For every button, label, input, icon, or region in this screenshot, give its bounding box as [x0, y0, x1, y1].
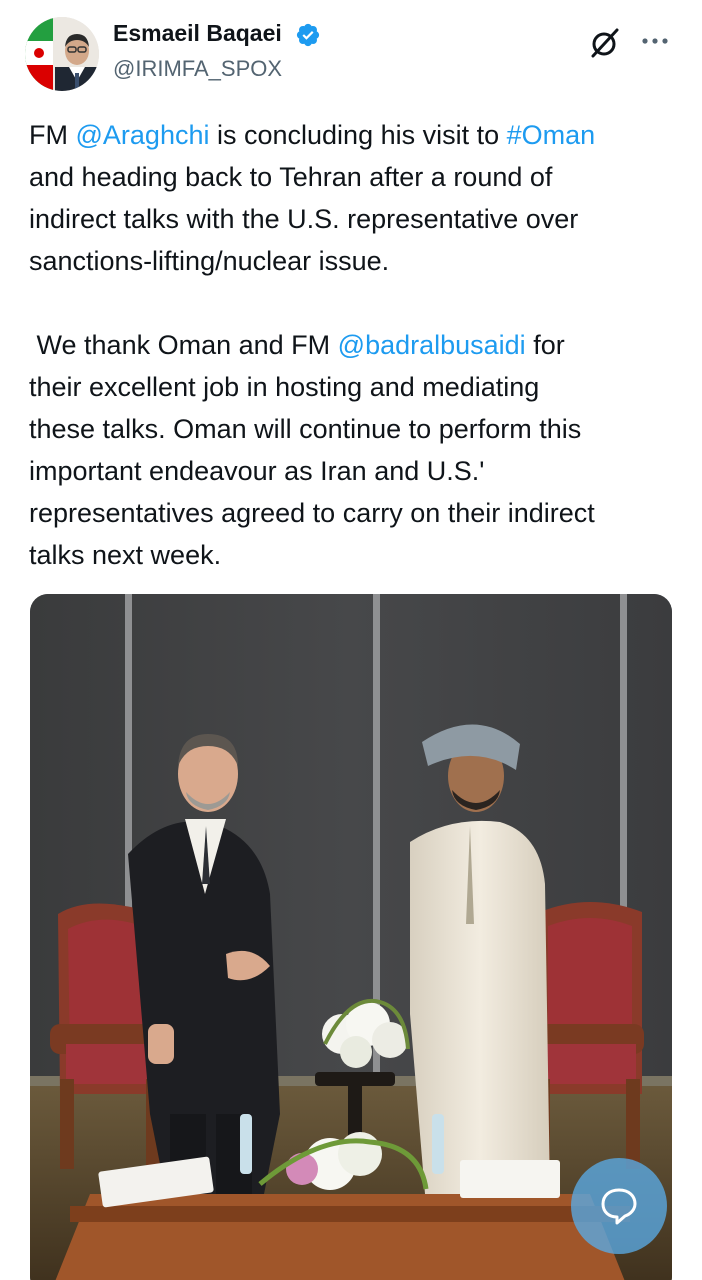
author-handle[interactable]: @IRIMFA_SPOX [113, 56, 282, 82]
tweet-text: FM @Araghchi is concluding his visit to … [29, 114, 679, 576]
compose-reply-button[interactable] [571, 1158, 667, 1254]
tweet-text-segment: is concluding his visit to [209, 120, 507, 150]
more-dots-icon[interactable] [638, 26, 672, 56]
compose-reply-icon [601, 1188, 637, 1225]
iran-flag-portrait-avatar [25, 17, 99, 91]
tweet-text-segment: FM [29, 120, 76, 150]
author-avatar[interactable] [25, 17, 99, 91]
verified-badge-icon [296, 23, 320, 47]
tweet-text-segment: for their excellent job in hosting and m… [29, 330, 595, 570]
mention-araghchi-link[interactable]: @Araghchi [76, 120, 210, 150]
author-display-name[interactable]: Esmaeil Baqaei [113, 20, 282, 47]
grok-icon[interactable] [588, 26, 622, 60]
tweet-header: Esmaeil Baqaei @IRIMFA_SPOX [0, 0, 702, 100]
photo-two-officials-meeting [30, 594, 672, 1280]
tweet-media-photo[interactable] [30, 594, 672, 1280]
mention-badralbusaidi-link[interactable]: @badralbusaidi [338, 330, 526, 360]
hashtag-oman-link[interactable]: #Oman [507, 120, 596, 150]
